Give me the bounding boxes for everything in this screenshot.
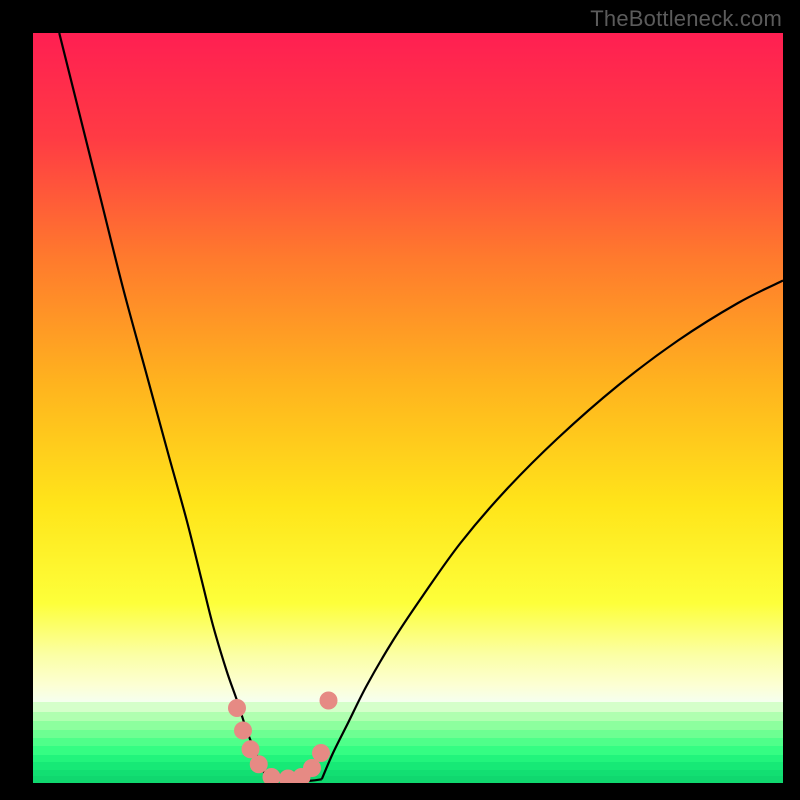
- valley-dot: [312, 744, 330, 762]
- curve-right: [322, 281, 783, 780]
- chart-frame: TheBottleneck.com: [0, 0, 800, 800]
- valley-dot: [250, 755, 268, 773]
- valley-dots: [228, 692, 338, 784]
- valley-dot: [234, 722, 252, 740]
- curve-layer: [33, 33, 783, 783]
- plot-area: [33, 33, 783, 783]
- valley-dot: [228, 699, 246, 717]
- valley-dot: [303, 759, 321, 777]
- curve-left: [59, 33, 267, 779]
- valley-dot: [320, 692, 338, 710]
- watermark-text: TheBottleneck.com: [590, 6, 782, 32]
